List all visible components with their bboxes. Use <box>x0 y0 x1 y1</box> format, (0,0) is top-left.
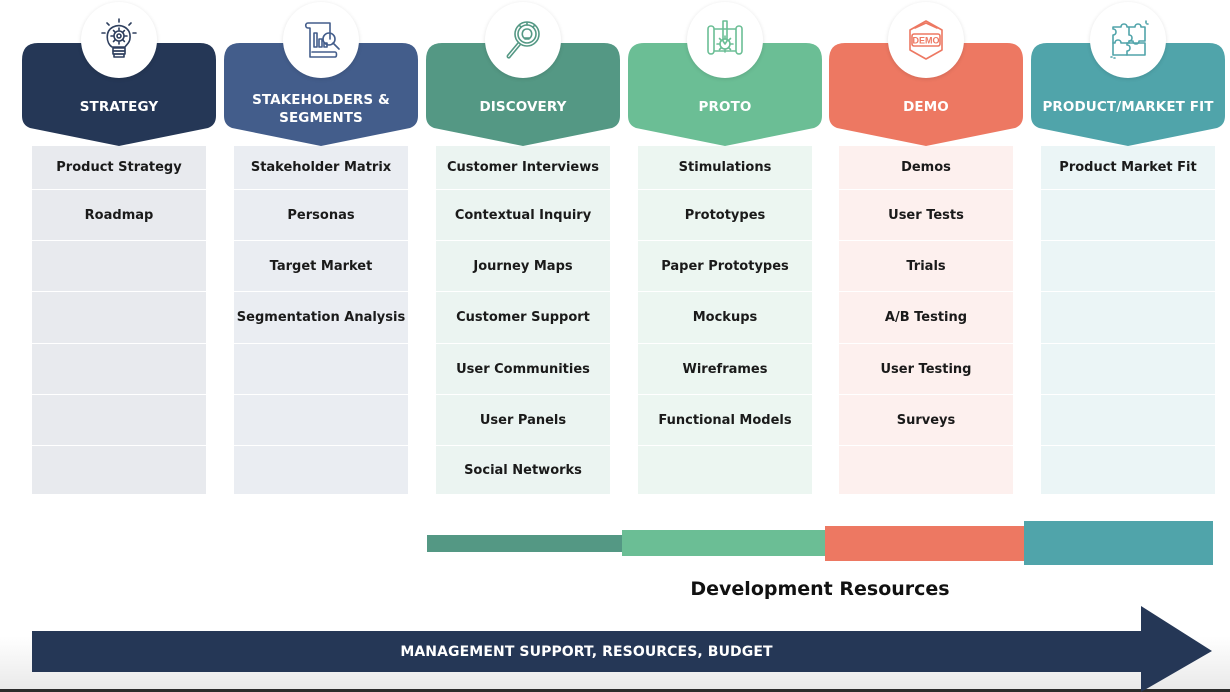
blueprint-gear-icon <box>702 17 748 63</box>
stage-item: Paper Prototypes <box>638 241 812 291</box>
stage-item: Wireframes <box>638 344 812 394</box>
stage-item: Prototypes <box>638 190 812 240</box>
stage-title: DEMO <box>903 99 949 115</box>
stage-item: User Testing <box>839 344 1013 394</box>
management-arrow-label: MANAGEMENT SUPPORT, RESOURCES, BUDGET <box>400 643 773 660</box>
stage-item: User Panels <box>436 395 610 445</box>
demo-hexagon-icon: DEMO <box>903 17 949 63</box>
stage-item <box>32 395 206 445</box>
stage-item <box>638 446 812 494</box>
stage-item <box>1041 395 1215 445</box>
stage-item: Mockups <box>638 292 812 343</box>
stage-item <box>839 446 1013 494</box>
stage-title: DISCOVERY <box>479 99 567 115</box>
stage-item: User Tests <box>839 190 1013 240</box>
stage-item: Product Market Fit <box>1041 146 1215 189</box>
stage-item: Functional Models <box>638 395 812 445</box>
stage-item: Target Market <box>234 241 408 291</box>
stage-column-discovery: Customer Interviews Contextual Inquiry Jou… <box>426 0 620 500</box>
stage-column-product-market-fit: Product Market Fit PRODUCT/MARKET FIT <box>1031 0 1225 500</box>
stage-item: Roadmap <box>32 190 206 240</box>
stage-item: Surveys <box>839 395 1013 445</box>
stage-item: Personas <box>234 190 408 240</box>
stage-column-strategy: Product Strategy Roadmap STRATEGY <box>22 0 216 500</box>
development-resources-segment-product-market-fit <box>1024 521 1213 565</box>
stage-item: Product Strategy <box>32 146 206 189</box>
stage-title: PRODUCT/MARKET FIT <box>1042 99 1214 115</box>
puzzle-pieces-icon <box>1105 17 1151 63</box>
stage-icon-badge <box>81 2 157 78</box>
stage-icon-badge <box>485 2 561 78</box>
stage-item: Stimulations <box>638 146 812 189</box>
stage-icon-badge <box>283 2 359 78</box>
stage-item: User Communities <box>436 344 610 394</box>
stage-item <box>1041 344 1215 394</box>
development-resources-segment-discovery <box>427 534 622 552</box>
lightbulb-gear-icon <box>96 17 142 63</box>
stage-item: Journey Maps <box>436 241 610 291</box>
stage-icon-badge <box>1090 2 1166 78</box>
stage-item: Customer Interviews <box>436 146 610 189</box>
stage-item: Social Networks <box>436 446 610 494</box>
stage-item: Customer Support <box>436 292 610 343</box>
stage-item <box>32 241 206 291</box>
stage-title: PROTO <box>698 99 752 115</box>
stage-title: STAKEHOLDERS & <box>252 92 390 108</box>
stage-icon-badge: DEMO <box>888 2 964 78</box>
stage-column-proto: Stimulations Prototypes Paper Prototypes Mo… <box>628 0 822 500</box>
stage-item: Stakeholder Matrix <box>234 146 408 189</box>
development-resources-segment-proto <box>622 530 825 556</box>
stage-item <box>32 344 206 394</box>
stage-item <box>1041 241 1215 291</box>
development-resources-label: Development Resources <box>690 578 950 600</box>
stage-item <box>32 292 206 343</box>
stage-item: Trials <box>839 241 1013 291</box>
stage-item <box>234 395 408 445</box>
stage-column-demo: Demos User Tests Trials A/B Testing User Tes… <box>829 0 1023 500</box>
report-magnifier-icon <box>298 17 344 63</box>
magnifier-lightbulb-icon <box>500 17 546 63</box>
stage-item <box>1041 190 1215 240</box>
stage-item <box>234 344 408 394</box>
stage-item <box>234 446 408 494</box>
stage-item <box>1041 446 1215 494</box>
stage-icon-badge <box>687 2 763 78</box>
stage-item <box>32 446 206 494</box>
stage-title: SEGMENTS <box>279 110 363 126</box>
stage-column-stakeholders-segments: Stakeholder Matrix Personas Target Market S… <box>224 0 418 500</box>
development-resources-segment-demo <box>825 525 1024 561</box>
stage-item <box>1041 292 1215 343</box>
stage-title: STRATEGY <box>79 99 159 115</box>
stage-item: Contextual Inquiry <box>436 190 610 240</box>
stage-item: Demos <box>839 146 1013 189</box>
stage-item: A/B Testing <box>839 292 1013 343</box>
svg-text:DEMO: DEMO <box>913 36 940 46</box>
stage-item: Segmentation Analysis <box>234 292 408 343</box>
